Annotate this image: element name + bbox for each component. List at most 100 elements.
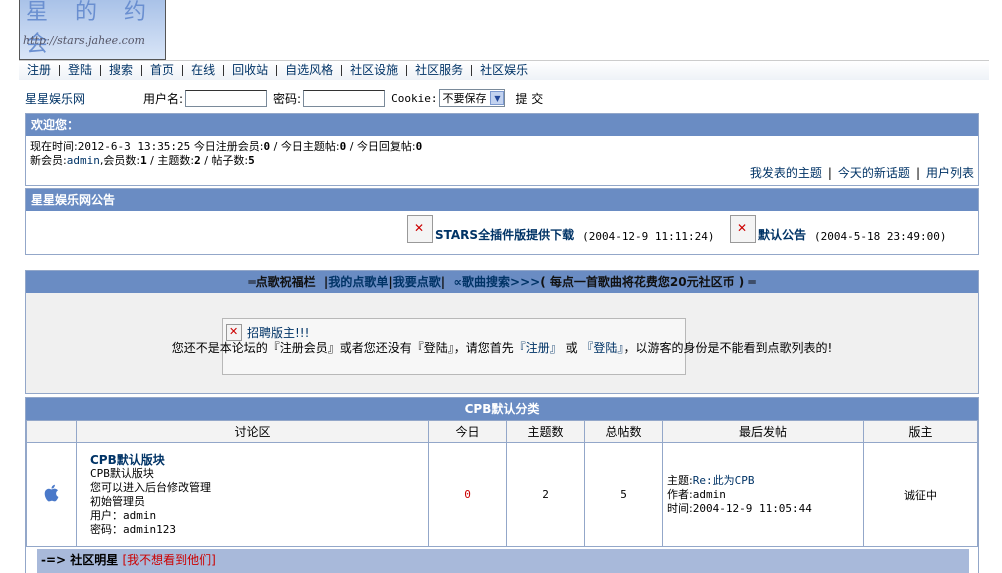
- user-list-link[interactable]: 用户列表: [926, 166, 974, 180]
- song-request-header: ═点歌祝福栏 |我的点歌单|我要点歌| ∝歌曲搜索>>>( 每点一首歌曲将花费您…: [26, 271, 978, 293]
- welcome-panel: 欢迎您： 现在时间:2012-6-3 13:35:25 今日注册会员:0 / 今…: [25, 113, 979, 186]
- announcement-link[interactable]: 默认公告: [758, 226, 806, 243]
- today-reg-label: 今日注册会员:: [193, 140, 264, 153]
- column-header: 版主: [863, 420, 978, 443]
- last-author-link[interactable]: admin: [693, 488, 726, 501]
- column-header: 主题数: [506, 420, 585, 443]
- table-row: CPB默认版块 CPB默认版块 您可以进入后台修改管理 初始管理员 用户：adm…: [26, 442, 978, 547]
- last-topic-link[interactable]: Re:此为CPB: [693, 474, 755, 487]
- last-topic-label: 主题:: [667, 473, 693, 487]
- logo-url: http://stars.jahee.com: [23, 34, 145, 47]
- song-request-panel: ═点歌祝福栏 |我的点歌单|我要点歌| ∝歌曲搜索>>>( 每点一首歌曲将花费您…: [25, 270, 979, 394]
- my-song-list-link[interactable]: 我的点歌单: [328, 275, 388, 289]
- cookie-select[interactable]: 不要保存 ▼: [439, 89, 506, 107]
- stars-label: -=> 社区明星: [41, 553, 119, 567]
- announcement-item[interactable]: 默认公告 (2004-5-18 23:49:00): [730, 215, 946, 243]
- site-name-link[interactable]: 星星娱乐网: [25, 90, 143, 107]
- announcement-panel: 星星娱乐网公告 STARS全插件版提供下载 (2004-12-9 11:11:2…: [25, 188, 979, 255]
- announcement-item[interactable]: STARS全插件版提供下载 (2004-12-9 11:11:24): [407, 215, 715, 243]
- hide-stars-link[interactable]: [我不想看到他们]: [122, 553, 215, 567]
- forum-table: 讨论区 今日 主题数 总帖数 最后发帖 版主 CPB默认版块 CPB默认版块 您…: [26, 420, 978, 547]
- guest-message: 您还不是本论坛的『注册会员』或者您还没有『登陆』，请您首先『注册』 或 『登陆』…: [26, 339, 978, 356]
- nav-services[interactable]: 社区服务: [407, 64, 473, 76]
- song-bar-suffix: ( 每点一首歌曲将花费您20元社区币 ) ═: [540, 275, 756, 289]
- board-name-link[interactable]: CPB默认版块: [90, 453, 428, 467]
- column-header: 今日: [428, 420, 507, 443]
- guest-msg-text-2: ，以游客的身份是不能看到点歌列表的!: [623, 341, 833, 355]
- board-desc-line: CPB默认版块: [90, 466, 154, 480]
- today-count: 0: [428, 442, 507, 547]
- my-topics-link[interactable]: 我发表的主题: [750, 166, 822, 180]
- board-icon-cell: [26, 442, 77, 547]
- moderator-cell: 诚征中: [863, 442, 978, 547]
- guest-msg-or: 或: [561, 341, 582, 355]
- category-title[interactable]: CPB默认分类: [26, 398, 978, 420]
- welcome-title: 欢迎您：: [26, 114, 978, 136]
- username-label: 用户名:: [143, 91, 184, 106]
- now-value: 2012-6-3 13:35:25: [77, 140, 191, 153]
- nav-entertainment[interactable]: 社区娱乐: [472, 64, 536, 76]
- apple-icon: [44, 484, 58, 502]
- announcement-link[interactable]: STARS全插件版提供下载: [435, 226, 574, 243]
- nav-recycle[interactable]: 回收站: [224, 64, 278, 76]
- posts-value: 5: [248, 154, 255, 167]
- broken-image-icon: [407, 215, 433, 243]
- posts-label: 帖子数:: [211, 154, 249, 167]
- now-label: 现在时间:: [30, 140, 78, 153]
- today-replies-label: 今日回复帖:: [356, 140, 416, 153]
- song-search-link[interactable]: ∝歌曲搜索>>>: [454, 275, 541, 289]
- chevron-down-icon[interactable]: ▼: [490, 91, 505, 105]
- last-time-label: 时间:: [667, 501, 693, 515]
- topics-label: 主题数:: [157, 154, 195, 167]
- icon-column-header: [26, 420, 77, 443]
- column-header: 最后发帖: [662, 420, 864, 443]
- board-info-cell: CPB默认版块 CPB默认版块 您可以进入后台修改管理 初始管理员 用户：adm…: [76, 442, 429, 547]
- announcement-date: (2004-5-18 23:49:00): [814, 230, 947, 243]
- password-input[interactable]: [303, 89, 386, 107]
- request-song-link[interactable]: 我要点歌: [393, 275, 441, 289]
- guest-register-link[interactable]: 『注册』: [514, 341, 562, 355]
- cookie-select-value: 不要保存: [442, 92, 487, 105]
- column-header: 总帖数: [584, 420, 663, 443]
- guest-msg-text: 您还不是本论坛的『注册会员』或者您还没有『登陆』，请您首先: [171, 341, 514, 355]
- column-header: 讨论区: [76, 420, 429, 443]
- announcement-title: 星星娱乐网公告: [26, 189, 978, 211]
- board-desc-line: 用户：admin: [90, 508, 157, 522]
- broken-image-icon: [730, 215, 756, 243]
- nav-home[interactable]: 首页: [142, 64, 184, 76]
- last-time-value: 2004-12-9 11:05:44: [692, 501, 812, 515]
- nav-register[interactable]: 注册: [19, 64, 61, 76]
- nav-facilities[interactable]: 社区设施: [342, 64, 408, 76]
- today-reg-value: 0: [263, 140, 271, 153]
- board-desc-line: 您可以进入后台修改管理: [90, 480, 211, 494]
- forum-category-panel: CPB默认分类 讨论区 今日 主题数 总帖数 最后发帖 版主 CPB默认版块 C…: [25, 397, 979, 573]
- members-label: 会员数:: [103, 154, 141, 167]
- topic-count: 2: [506, 442, 585, 547]
- today-topics-label: 今日主题帖:: [280, 140, 340, 153]
- nav-login[interactable]: 登陆: [60, 64, 102, 76]
- post-count: 5: [584, 442, 663, 547]
- guest-login-link[interactable]: 『登陆』: [581, 341, 623, 355]
- top-nav: 注册 登陆 搜索 首页 在线 回收站 自选风格 社区设施 社区服务 社区娱乐: [19, 60, 989, 80]
- cookie-label: Cookie:: [391, 91, 438, 105]
- topics-value: 2: [194, 154, 201, 167]
- login-row: 星星娱乐网 用户名: 密码: Cookie: 不要保存 ▼ 提 交: [25, 88, 985, 108]
- announcement-date: (2004-12-9 11:11:24): [582, 230, 715, 243]
- nav-search[interactable]: 搜索: [101, 64, 143, 76]
- nav-online[interactable]: 在线: [183, 64, 225, 76]
- newmember-link[interactable]: admin: [67, 154, 100, 167]
- community-stars-bar: -=> 社区明星 [我不想看到他们]: [37, 549, 969, 573]
- submit-button[interactable]: 提 交: [515, 90, 543, 107]
- table-header-row: 讨论区 今日 主题数 总帖数 最后发帖 版主: [26, 420, 978, 443]
- logo-title: 星 的 约会: [26, 0, 156, 57]
- members-value: 1: [140, 154, 147, 167]
- board-desc-line: 初始管理员: [90, 494, 145, 508]
- today-topics-link[interactable]: 今天的新话题: [838, 166, 910, 180]
- last-post-cell: 主题:Re:此为CPB 作者:admin 时间:2004-12-9 11:05:…: [662, 442, 864, 547]
- site-logo[interactable]: 星 的 约会 http://stars.jahee.com: [19, 0, 166, 60]
- today-topics-value: 0: [339, 140, 347, 153]
- user-links: 我发表的主题 | 今天的新话题 | 用户列表: [749, 166, 974, 180]
- newmember-label: 新会员:: [30, 154, 67, 167]
- username-input[interactable]: [185, 89, 268, 107]
- nav-style[interactable]: 自选风格: [277, 64, 343, 76]
